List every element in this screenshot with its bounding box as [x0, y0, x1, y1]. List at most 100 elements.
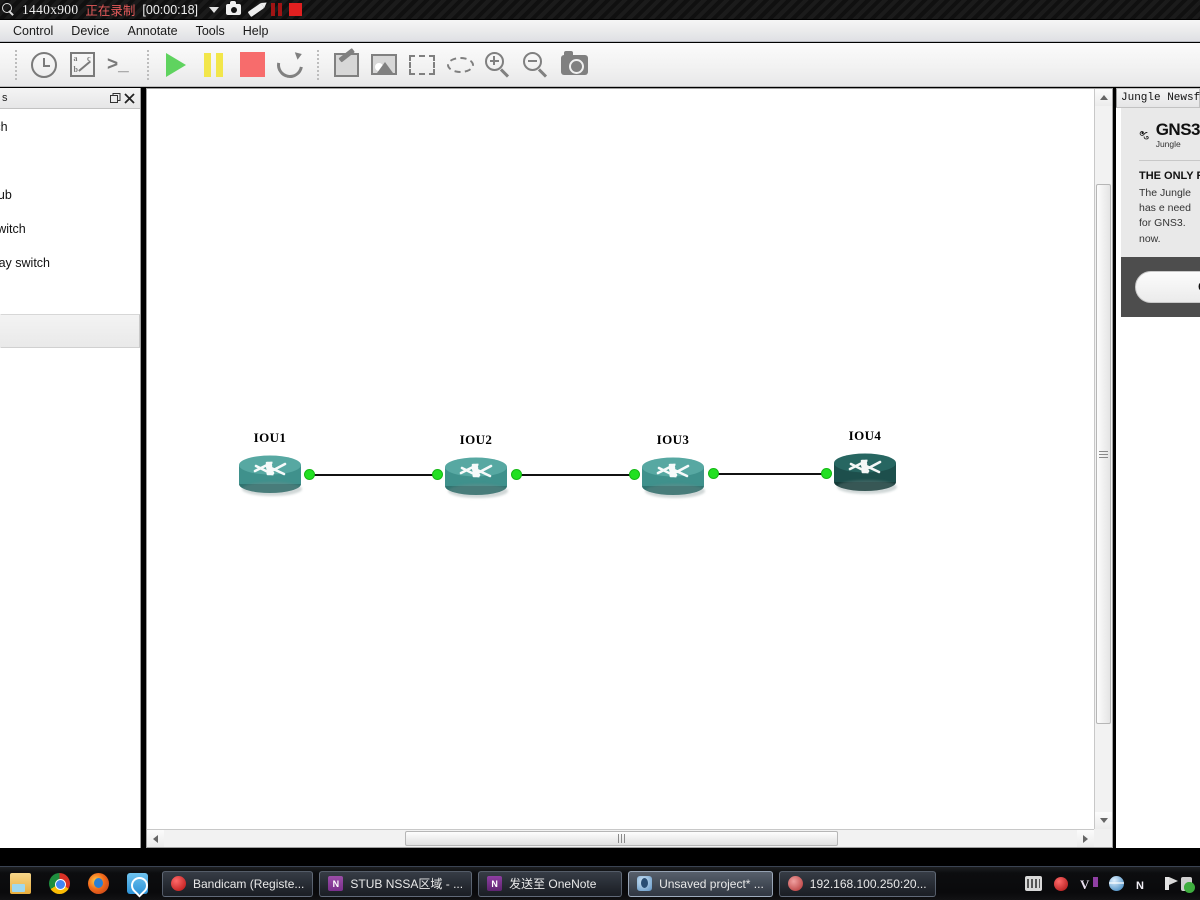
pause-icon — [204, 52, 224, 77]
topology-link[interactable] — [309, 474, 437, 476]
node-label[interactable]: IOU2 — [460, 432, 493, 448]
start-all-devices-button[interactable] — [157, 46, 195, 84]
menu-bar: Control Device Annotate Tools Help — [0, 20, 1200, 42]
search-icon[interactable] — [2, 3, 15, 16]
app-icon[interactable] — [127, 873, 148, 894]
topology-node-iou2[interactable]: IOU2 — [443, 432, 509, 498]
note-pencil-icon — [333, 52, 359, 77]
router-body[interactable] — [640, 454, 706, 498]
scroll-up-button[interactable] — [1095, 89, 1112, 106]
scroll-right-button[interactable] — [1077, 830, 1094, 847]
link-status-dot[interactable] — [511, 469, 522, 480]
node-label[interactable]: IOU1 — [254, 430, 287, 446]
restore-icon[interactable] — [108, 91, 122, 105]
chevron-down-icon[interactable] — [209, 6, 220, 13]
canvas-horizontal-scrollbar[interactable] — [147, 829, 1094, 847]
newsfeed-brand: GNS3 — [1155, 120, 1200, 139]
topology-link[interactable] — [516, 474, 634, 476]
device-list-item[interactable]: me Relay switch — [0, 246, 140, 280]
suspend-all-devices-button[interactable] — [195, 46, 233, 84]
firefox-icon[interactable] — [88, 873, 109, 894]
menu-item-tools[interactable]: Tools — [187, 22, 234, 40]
scroll-down-button[interactable] — [1095, 812, 1112, 829]
menu-item-control[interactable]: Control — [4, 22, 62, 40]
keyboard-icon[interactable] — [1025, 876, 1042, 891]
scissors-icon[interactable]: N✂ — [1136, 876, 1153, 900]
pencil-icon[interactable] — [247, 2, 265, 17]
device-list-item-label: M switch — [0, 120, 8, 134]
menu-item-annotate[interactable]: Annotate — [119, 22, 187, 40]
device-list[interactable]: M switch ud ernet hub ernet switch me Re… — [0, 109, 140, 848]
newsfeed-logo: GNS3 Jungle — [1139, 120, 1200, 150]
device-list-item[interactable]: U-S — [0, 348, 140, 382]
v-icon[interactable]: V — [1080, 876, 1097, 891]
router-body[interactable] — [237, 452, 303, 496]
stop-icon[interactable] — [289, 3, 303, 16]
node-label[interactable]: IOU4 — [849, 428, 882, 444]
device-list-item[interactable]: M switch — [0, 110, 140, 144]
show-hide-interface-labels-button[interactable]: acb — [63, 46, 101, 84]
topology-canvas[interactable]: IOU1 IOU2 IOU3 IOU4 — [147, 89, 1094, 829]
device-list-item[interactable]: st — [0, 280, 140, 314]
toolbar-separator — [317, 49, 319, 80]
link-status-dot[interactable] — [304, 469, 315, 480]
reload-all-devices-button[interactable] — [271, 46, 309, 84]
main-toolbar: acb >_ — [0, 43, 1200, 87]
link-status-dot[interactable] — [432, 469, 443, 480]
device-list-item-label: ernet hub — [0, 188, 12, 202]
node-label[interactable]: IOU3 — [657, 432, 690, 448]
topology-link[interactable] — [713, 473, 826, 475]
newsfeed-panel: Jungle Newsfee GNS3 Jungle THE ONLY RES — [1116, 88, 1200, 848]
add-note-button[interactable] — [327, 46, 365, 84]
record-icon[interactable] — [1054, 876, 1068, 891]
horizontal-scroll-thumb[interactable] — [405, 831, 838, 846]
device-list-item[interactable]: CS — [0, 382, 140, 416]
stop-all-devices-button[interactable] — [233, 46, 271, 84]
taskbar-window-bandicam[interactable]: Bandicam (Registe... — [162, 870, 314, 897]
device-list-item-iou-r[interactable]: U-R — [0, 314, 140, 348]
flag-icon[interactable] — [1165, 877, 1178, 890]
scroll-left-button[interactable] — [147, 830, 164, 847]
zoom-out-button[interactable] — [517, 46, 555, 84]
insert-image-button[interactable] — [365, 46, 403, 84]
link-status-dot[interactable] — [708, 468, 719, 479]
chrome-icon[interactable] — [49, 873, 70, 894]
menu-item-help[interactable]: Help — [234, 22, 278, 40]
close-icon[interactable] — [122, 91, 136, 105]
taskbar-window-label: Unsaved project* ... — [659, 876, 764, 891]
canvas-vertical-scrollbar[interactable] — [1094, 89, 1112, 829]
usb-check-icon[interactable]: ✓ — [1181, 876, 1195, 893]
go-to-jungle-button[interactable]: Go to — [1135, 270, 1200, 303]
pause-icon[interactable] — [271, 3, 283, 16]
camera-icon[interactable] — [226, 1, 242, 15]
taskbar-window-putty[interactable]: 192.168.100.250:20... — [778, 870, 936, 897]
taskbar-window-onenote-doc[interactable]: N STUB NSSA区域 - ... — [319, 870, 473, 897]
console-to-all-devices-button[interactable]: >_ — [101, 46, 139, 84]
ellipse-icon — [446, 56, 474, 73]
router-body[interactable] — [832, 450, 898, 494]
globe-icon[interactable] — [1109, 876, 1124, 891]
taskbar-window-gns3[interactable]: Unsaved project* ... — [628, 870, 773, 897]
play-icon — [166, 52, 186, 77]
taskbar-window-send-to-onenote[interactable]: N 发送至 OneNote — [478, 870, 623, 897]
snapshot-clock-button[interactable] — [25, 46, 63, 84]
topology-node-iou4[interactable]: IOU4 — [832, 428, 898, 494]
router-body[interactable] — [443, 454, 509, 498]
zoom-in-button[interactable] — [479, 46, 517, 84]
vertical-scroll-thumb[interactable] — [1096, 184, 1111, 724]
gns3-icon — [637, 876, 653, 891]
link-status-dot[interactable] — [629, 469, 640, 480]
screenshot-button[interactable] — [555, 46, 593, 84]
topology-node-iou3[interactable]: IOU3 — [640, 432, 706, 498]
folder-icon[interactable] — [10, 873, 31, 894]
link-status-dot[interactable] — [821, 468, 832, 479]
draw-rectangle-button[interactable] — [403, 46, 441, 84]
stop-icon — [239, 52, 265, 77]
onenote-icon: N — [328, 876, 344, 891]
topology-node-iou1[interactable]: IOU1 — [237, 430, 303, 496]
device-list-item[interactable]: ud — [0, 144, 140, 178]
menu-item-device[interactable]: Device — [62, 22, 118, 40]
draw-ellipse-button[interactable] — [441, 46, 479, 84]
device-list-item[interactable]: ernet hub — [0, 178, 140, 212]
device-list-item[interactable]: ernet switch — [0, 212, 140, 246]
